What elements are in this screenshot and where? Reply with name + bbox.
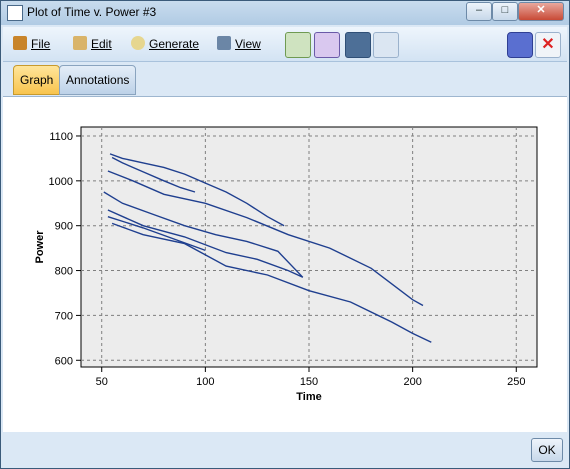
window-title: Plot of Time v. Power #3 bbox=[27, 5, 157, 19]
view-icon bbox=[217, 36, 231, 50]
x-tick-label: 250 bbox=[507, 376, 525, 388]
menu-file-label: File bbox=[31, 37, 51, 51]
y-tick-label: 1000 bbox=[49, 176, 73, 188]
file-icon bbox=[13, 36, 27, 50]
menu-edit[interactable]: Edit bbox=[73, 36, 112, 51]
select-mode-icon[interactable] bbox=[345, 32, 371, 58]
y-axis-label: Power bbox=[34, 230, 46, 264]
menu-bar: File Edit Generate View ✕ bbox=[3, 27, 567, 62]
minimize-button[interactable]: – bbox=[466, 2, 492, 21]
footer: OK bbox=[3, 432, 567, 468]
edit-icon bbox=[73, 36, 87, 50]
export-icon[interactable] bbox=[285, 32, 311, 58]
y-tick-label: 900 bbox=[55, 221, 73, 233]
close-window-button[interactable]: ✕ bbox=[518, 2, 564, 21]
x-axis-label: Time bbox=[296, 391, 321, 403]
maximize-button[interactable]: □ bbox=[492, 2, 518, 21]
x-tick-label: 50 bbox=[96, 376, 108, 388]
menu-view-label: View bbox=[235, 37, 261, 51]
line-chart: 50 100 150 200 250 600 700 800 900 1000 1100 Time Po… bbox=[34, 126, 538, 403]
menu-generate[interactable]: Generate bbox=[131, 36, 199, 51]
axes-icon[interactable] bbox=[373, 32, 399, 58]
y-tick-label: 1100 bbox=[49, 131, 73, 143]
menu-view[interactable]: View bbox=[217, 36, 261, 51]
generate-icon bbox=[131, 36, 145, 50]
menu-generate-label: Generate bbox=[149, 37, 200, 51]
x-tick-label: 150 bbox=[300, 376, 318, 388]
menu-edit-label: Edit bbox=[91, 37, 112, 51]
font-icon[interactable] bbox=[314, 32, 340, 58]
tab-graph[interactable]: Graph bbox=[13, 65, 61, 95]
graph-panel: 50 100 150 200 250 600 700 800 900 1000 1100 Time Po… bbox=[3, 96, 567, 433]
help-icon[interactable] bbox=[507, 32, 533, 58]
title-bar: Plot of Time v. Power #3 – □ ✕ bbox=[1, 1, 569, 25]
tab-bar: Graph Annotations bbox=[3, 62, 567, 96]
y-tick-label: 700 bbox=[55, 310, 73, 322]
menu-file[interactable]: File bbox=[13, 36, 50, 51]
close-icon[interactable]: ✕ bbox=[535, 32, 561, 58]
x-tick-label: 200 bbox=[403, 376, 421, 388]
chart-icon bbox=[7, 5, 23, 21]
tab-annotations[interactable]: Annotations bbox=[59, 65, 137, 95]
plot-window: Plot of Time v. Power #3 – □ ✕ File Edit… bbox=[0, 0, 570, 469]
y-tick-label: 800 bbox=[55, 266, 73, 278]
ok-button[interactable]: OK bbox=[531, 438, 563, 462]
y-tick-label: 600 bbox=[55, 355, 73, 367]
x-tick-label: 100 bbox=[196, 376, 214, 388]
